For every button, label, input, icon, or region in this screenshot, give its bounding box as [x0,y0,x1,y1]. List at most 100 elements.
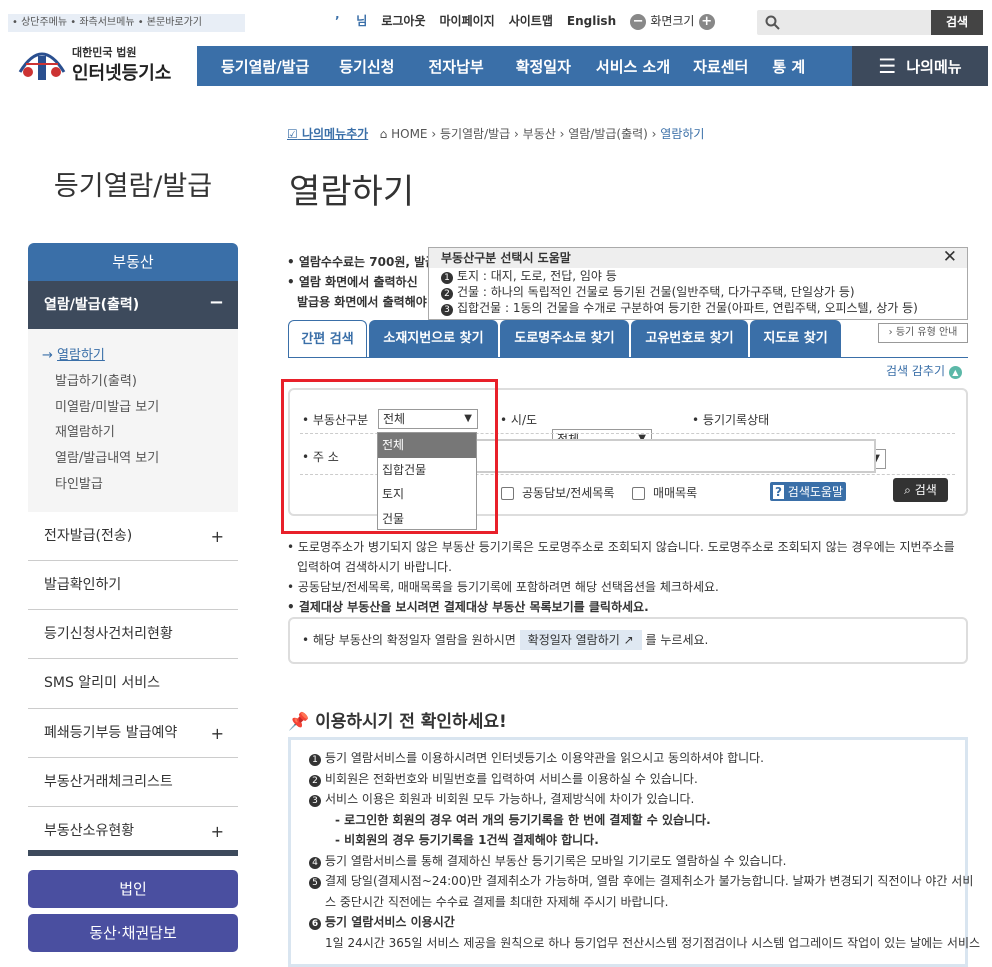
logo-subtitle: 대한민국 법원 [72,46,137,59]
nav-data[interactable]: 자료센터 [693,56,748,77]
tab-divider [288,357,968,358]
hamburger-icon: ☰ [878,54,897,78]
nav-fixed-date[interactable]: 확정일자 [516,56,571,77]
fixed-date-button[interactable]: 확정일자 열람하기 ↗ [519,630,642,650]
check-item: 6 등기 열람서비스 이용시간 [309,912,947,933]
submenu-other[interactable]: 타인발급 [28,472,238,498]
check-item-cont: 스 중단시간 직전에는 수수료 결제를 최대한 자제해 주시기 바랍니다. [325,894,669,909]
mypage-link[interactable]: 마이페이지 [440,12,495,29]
highlight-box [281,379,498,534]
zoom-in-icon[interactable]: + [698,13,715,30]
zoom-out-icon[interactable]: − [630,13,647,30]
chevron-up-icon: ▲ [948,366,962,379]
search-submit[interactable]: ⌕ 검색 [893,478,948,502]
collapse-icon: − [208,292,224,313]
fixed-date-box: • 해당 부동산의 확정일자 열람을 원하시면 확정일자 열람하기 ↗ 를 누르… [288,617,968,664]
check-item: 2 비회원은 전화번호와 비밀번호를 입력하여 서비스를 이용하실 수 있습니다. [309,769,947,790]
logo[interactable]: 대한민국 법원 인터넷등기소 [14,38,184,90]
help-popup-title: 부동산구분 선택시 도움말 [429,248,967,268]
lnb-category[interactable]: 부동산 [28,243,238,281]
joint-checkbox[interactable]: 공동담보/전세목록 [501,484,614,501]
note-payment: • 결제대상 부동산을 보시려면 결제대상 부동산 목록보기를 클릭하세요. [287,600,649,614]
english-link[interactable]: English [567,14,616,28]
notice-2: • 열람 화면에서 출력하신 [287,275,418,289]
lnb-item-sms[interactable]: SMS 알리미 서비스 [28,659,238,709]
note-road: • 도로명주소가 병기되지 않은 부동산 등기기록은 도로명주소로 조회되지 않… [287,540,955,554]
check-item: 4 등기 열람서비스를 통해 결제하신 부동산 등기기록은 모바일 기기로도 열람… [309,851,947,872]
my-menu-button[interactable]: ☰ 나의메뉴 [852,46,988,86]
corporation-button[interactable]: 법인 [28,870,238,908]
tab-unique[interactable]: 고유번호로 찾기 [631,320,748,358]
check-list: 1 등기 열람서비스를 이용하시려면 인터넷등기소 이용약관을 읽으시고 동의하셔… [288,737,981,967]
external-link-icon: ↗ [623,633,634,647]
top-links: ’ 님 로그아웃 마이페이지 사이트맵 English − 화면크기 + [335,12,715,30]
search-icon [765,15,780,30]
help-line-land: 1 토지 : 대지, 도로, 전답, 임야 등 [429,268,967,284]
movable-button[interactable]: 동산·채권담보 [28,914,238,952]
close-icon[interactable]: ✕ [943,247,957,267]
submenu-unviewed[interactable]: 미열람/미발급 보기 [28,395,238,421]
lnb-selected[interactable]: 열람/발급(출력) − [28,281,238,329]
lnb-item-e-issue[interactable]: 전자발급(전송) + [28,512,238,561]
tab-lot[interactable]: 소재지번으로 찾기 [369,320,498,358]
check-subitem: - 로그인한 회원의 경우 여러 개의 등기기록을 한 번에 결제할 수 있습니… [335,812,711,827]
help-line-building: 2 건물 : 하나의 독립적인 건물로 등기된 건물(일반주택, 다가구주택, 단… [429,284,967,300]
sido-label: • 시/도 [500,413,538,427]
search-help-link[interactable]: ? 검색도움말 [770,482,846,501]
search-button[interactable]: 검색 [931,10,983,35]
note-road-2: 입력하여 검색하시기 바랍니다. [297,560,452,574]
search-tabs: 간편 검색 소재지번으로 찾기 도로명주소로 찾기 고유번호로 찾기 지도로 찾… [288,320,841,358]
nav-stats[interactable]: 통 계 [772,56,805,77]
tab-road[interactable]: 도로명주소로 찾기 [500,320,629,358]
fold-search[interactable]: 검색 감추기 ▲ [886,362,962,379]
type-guide-button[interactable]: › 등기 유형 안내 [878,323,968,343]
plus-icon: + [210,723,224,743]
add-menu-link[interactable]: ☑ 나의메뉴추가 [287,127,368,141]
question-icon: ? [773,485,784,499]
lnb-item-closed[interactable]: 폐쇄등기부등 발급예약 + [28,709,238,758]
sitemap-link[interactable]: 사이트맵 [509,12,553,29]
court-emblem-icon [18,52,66,80]
submenu-issue[interactable]: 발급하기(출력) [28,369,238,395]
screen-size: − 화면크기 + [630,12,715,30]
check-icon: ☑ [287,127,298,141]
sale-checkbox[interactable]: 매매목록 [632,484,697,501]
page-title: 열람하기 [289,172,415,212]
submenu-history[interactable]: 열람/발급내역 보기 [28,446,238,472]
side-menu: 부동산 열람/발급(출력) − → 열람하기 발급하기(출력) 미열람/미발급 보… [28,243,238,857]
lnb-title: 등기열람/발급 [53,171,213,202]
logo-title: 인터넷등기소 [72,63,172,84]
lnb-submenu: → 열람하기 발급하기(출력) 미열람/미발급 보기 재열람하기 열람/발급내역… [28,329,238,512]
help-popup: 부동산구분 선택시 도움말 ✕ 1 토지 : 대지, 도로, 전답, 임야 등 2… [428,247,968,320]
plus-icon: + [210,526,224,546]
skip-links[interactable]: • 상단주메뉴 • 좌측서브메뉴 • 본문바로가기 [8,14,245,32]
notice-3: 발급용 화면에서 출력해야 [297,295,427,309]
search-notes: • 도로명주소가 병기되지 않은 부동산 등기기록은 도로명주소로 조회되지 않… [287,537,955,617]
lnb-item-ownership[interactable]: 부동산소유현황 + [28,807,238,857]
pin-icon: 📌 [288,712,310,732]
help-line-collective: 3 집합건물 : 1동의 건물을 수개로 구분하여 등기한 건물(아파트, 연립주… [429,300,967,316]
lnb-item-verify[interactable]: 발급확인하기 [28,561,238,611]
check-item: 5 결제 당일(결제시점~24:00)만 결제취소가 가능하며, 열람 후에는 결… [309,871,973,892]
check-item: 3 서비스 이용은 회원과 비회원 모두 가능하나, 결제방식에 차이가 있습니다… [309,789,947,810]
logout-link[interactable]: 로그아웃 [381,12,425,29]
check-item: 1 등기 열람서비스를 이용하시려면 인터넷등기소 이용약관을 읽으시고 동의하셔… [309,748,947,769]
status-label: • 등기기록상태 [692,413,770,427]
tab-map[interactable]: 지도로 찾기 [750,320,841,358]
submenu-review[interactable]: 재열람하기 [28,420,238,446]
main-nav: 등기열람/발급 등기신청 전자납부 확정일자 서비스 소개 자료센터 통 계 [197,46,852,86]
nav-view-issue[interactable]: 등기열람/발급 [221,56,309,77]
note-options: • 공동담보/전세목록, 매매목록을 등기기록에 포함하려면 해당 선택옵션을 … [287,580,719,594]
submenu-view[interactable]: → 열람하기 [28,343,238,369]
notice-1: • 열람수수료는 700원, 발급 [287,255,437,269]
search-bar: 검색 [757,10,983,35]
lnb-item-checklist[interactable]: 부동산거래체크리스트 [28,758,238,807]
lnb-item-status[interactable]: 등기신청사건처리현황 [28,610,238,660]
nav-payment[interactable]: 전자납부 [428,56,483,77]
plus-icon: + [210,821,224,841]
tab-simple[interactable]: 간편 검색 [288,320,367,358]
nav-apply[interactable]: 등기신청 [339,56,394,77]
nav-service[interactable]: 서비스 소개 [596,56,670,77]
check-section-title: 📌 이용하시기 전 확인하세요! [288,712,507,732]
check-item-cont: 1일 24시간 365일 서비스 제공을 원칙으로 하나 등기업무 전산시스템 … [325,935,981,950]
